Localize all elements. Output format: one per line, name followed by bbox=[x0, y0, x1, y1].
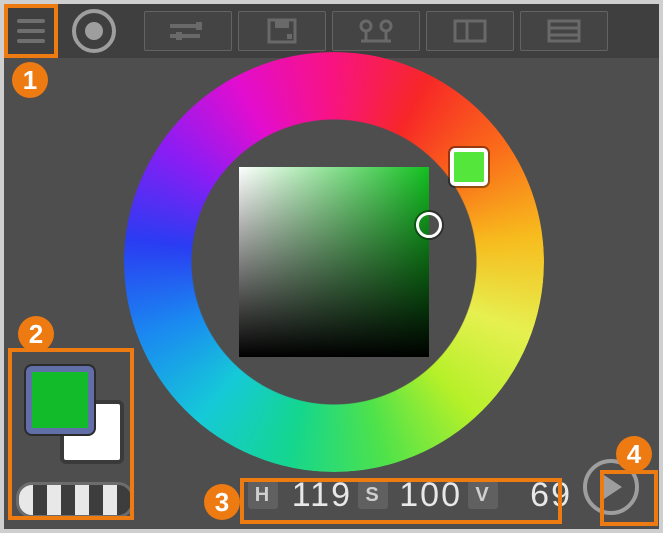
callout-number-3: 3 bbox=[204, 484, 240, 520]
sliders-icon bbox=[168, 20, 208, 42]
saturation-value[interactable]: 100 bbox=[394, 476, 462, 515]
hue-value[interactable]: 119 bbox=[284, 476, 352, 515]
eyedropper-icon bbox=[357, 19, 395, 43]
hamburger-icon bbox=[17, 19, 45, 23]
foreground-color-swatch[interactable] bbox=[26, 366, 94, 434]
split-view-icon bbox=[453, 19, 487, 43]
tab-bar bbox=[144, 11, 608, 51]
play-button[interactable] bbox=[583, 459, 639, 515]
value-label: V bbox=[468, 481, 498, 509]
hue-marker[interactable] bbox=[450, 148, 488, 186]
menu-button[interactable] bbox=[8, 8, 54, 54]
tab-history[interactable] bbox=[520, 11, 608, 51]
saturation-value-square[interactable] bbox=[239, 167, 429, 357]
toolbar bbox=[4, 4, 659, 58]
callout-number-1: 1 bbox=[12, 62, 48, 98]
color-swatches bbox=[16, 356, 116, 456]
tab-split-view[interactable] bbox=[426, 11, 514, 51]
color-wheel[interactable] bbox=[124, 52, 544, 472]
save-icon bbox=[267, 18, 297, 44]
sv-marker[interactable] bbox=[416, 212, 442, 238]
record-button[interactable] bbox=[72, 9, 116, 53]
hsv-readout: H 119 S 100 V 69 bbox=[248, 475, 572, 515]
saturation-label: S bbox=[358, 481, 388, 509]
record-icon bbox=[85, 22, 103, 40]
tab-save[interactable] bbox=[238, 11, 326, 51]
value-value[interactable]: 69 bbox=[504, 476, 572, 515]
history-icon bbox=[547, 19, 581, 43]
tab-sliders[interactable] bbox=[144, 11, 232, 51]
color-picker-panel: H 119 S 100 V 69 1 2 3 4 bbox=[0, 0, 663, 533]
callout-number-2: 2 bbox=[18, 316, 54, 352]
hue-label: H bbox=[248, 481, 278, 509]
transparency-toggle[interactable] bbox=[16, 482, 134, 518]
play-icon bbox=[604, 475, 622, 499]
tab-eyedropper[interactable] bbox=[332, 11, 420, 51]
